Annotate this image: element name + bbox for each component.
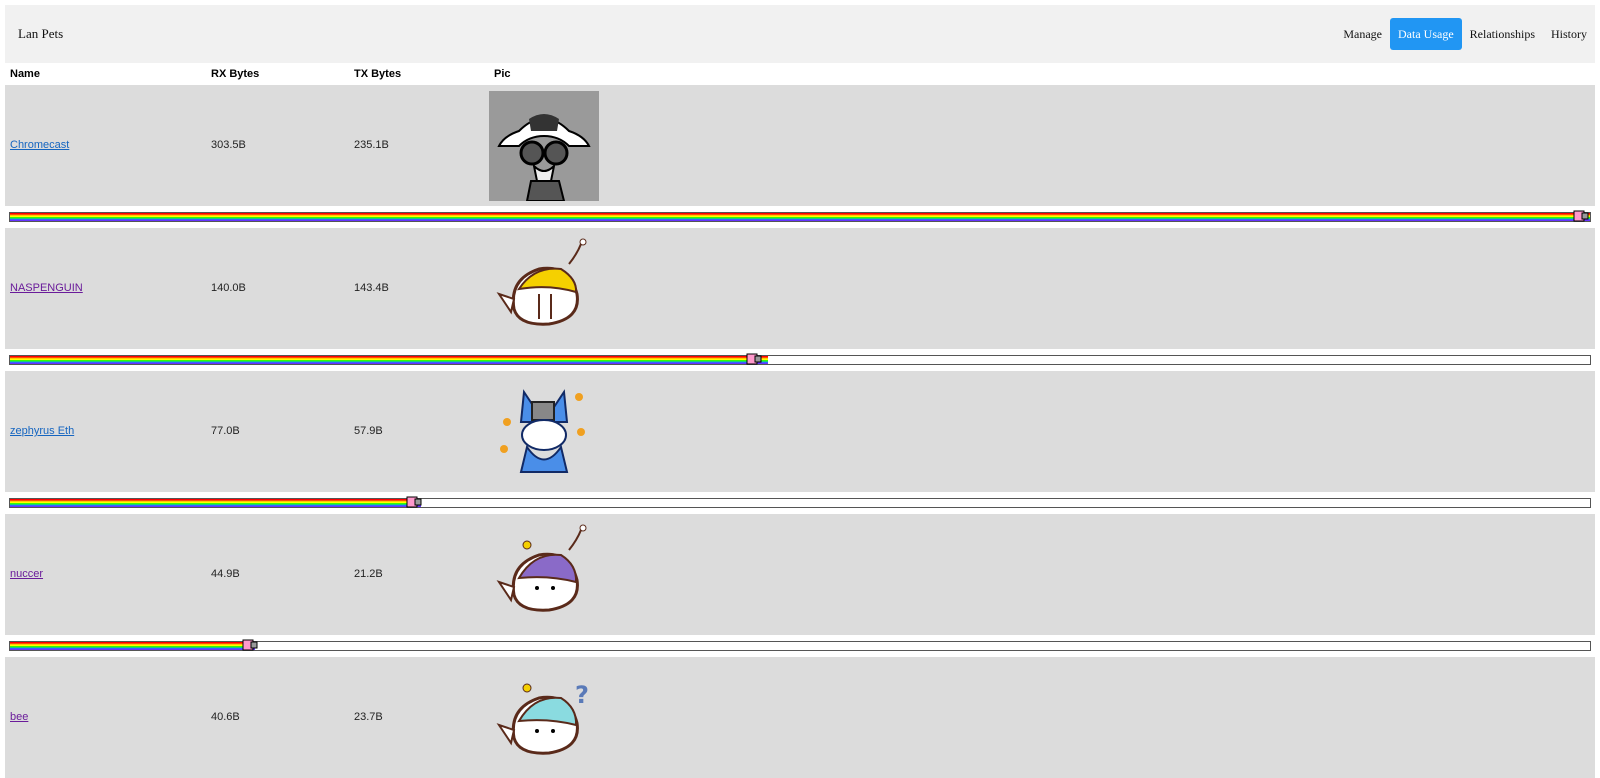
top-navbar: Lan Pets Manage Data Usage Relationships… xyxy=(5,5,1595,63)
rx-bytes: 140.0B xyxy=(211,282,246,294)
usage-bar-row xyxy=(5,349,1595,371)
nyan-cat-icon xyxy=(746,353,762,365)
tx-bytes: 21.2B xyxy=(354,568,383,580)
nyan-cat-icon xyxy=(406,496,422,508)
gas-mask-character-pic xyxy=(489,91,599,201)
nav-relationships[interactable]: Relationships xyxy=(1462,18,1543,50)
tx-bytes: 57.9B xyxy=(354,425,383,437)
header-rx-bytes: RX Bytes xyxy=(211,68,260,80)
nyan-cat-icon xyxy=(242,639,258,651)
device-link[interactable]: nuccer xyxy=(10,568,43,580)
nav-history[interactable]: History xyxy=(1543,18,1595,50)
usage-progress-bar xyxy=(9,496,1591,508)
rx-bytes: 303.5B xyxy=(211,139,246,151)
device-link[interactable]: zephyrus Eth xyxy=(10,425,74,437)
rx-bytes: 40.6B xyxy=(211,711,240,723)
usage-bar-row xyxy=(5,635,1595,657)
yellow-blob-pet-pic xyxy=(496,238,587,326)
device-link[interactable]: Chromecast xyxy=(10,139,69,151)
purple-blob-pet-pic xyxy=(496,524,587,612)
cyan-blob-pet-pic: ? xyxy=(496,681,589,755)
usage-rainbow-fill xyxy=(10,356,769,364)
nav-links: Manage Data Usage Relationships History xyxy=(1335,18,1595,50)
rx-bytes: 44.9B xyxy=(211,568,240,580)
nav-data-usage[interactable]: Data Usage xyxy=(1390,18,1462,50)
app-title: Lan Pets xyxy=(18,26,64,41)
usage-rainbow-fill xyxy=(10,642,255,650)
nyan-cat-icon xyxy=(1573,210,1589,222)
header-name: Name xyxy=(10,68,40,80)
header-pic: Pic xyxy=(494,68,511,80)
usage-bar-row xyxy=(5,492,1595,514)
data-usage-table: Name RX Bytes TX Bytes Pic Chromecast 30… xyxy=(5,63,1595,778)
table-row: bee 40.6B 23.7B ? xyxy=(5,657,1595,778)
blue-cat-pet-pic xyxy=(500,389,585,473)
usage-progress-bar xyxy=(9,210,1591,222)
svg-text:?: ? xyxy=(575,681,589,709)
nav-manage[interactable]: Manage xyxy=(1335,18,1390,50)
table-row: nuccer 44.9B 21.2B xyxy=(5,514,1595,635)
usage-progress-bar xyxy=(9,353,1591,365)
table-row: Chromecast 303.5B 235.1B xyxy=(5,85,1595,206)
usage-rainbow-fill xyxy=(10,213,1590,221)
table-header: Name RX Bytes TX Bytes Pic xyxy=(5,63,1595,85)
usage-rainbow-fill xyxy=(10,499,421,507)
usage-bar-row xyxy=(5,206,1595,228)
rx-bytes: 77.0B xyxy=(211,425,240,437)
table-row: zephyrus Eth 77.0B 57.9B xyxy=(5,371,1595,492)
device-link[interactable]: bee xyxy=(10,711,28,723)
device-link[interactable]: NASPENGUIN xyxy=(10,282,83,294)
usage-progress-bar xyxy=(9,639,1591,651)
header-tx-bytes: TX Bytes xyxy=(354,68,402,80)
tx-bytes: 235.1B xyxy=(354,139,389,151)
tx-bytes: 143.4B xyxy=(354,282,389,294)
table-row: NASPENGUIN 140.0B 143.4B xyxy=(5,228,1595,349)
tx-bytes: 23.7B xyxy=(354,711,383,723)
